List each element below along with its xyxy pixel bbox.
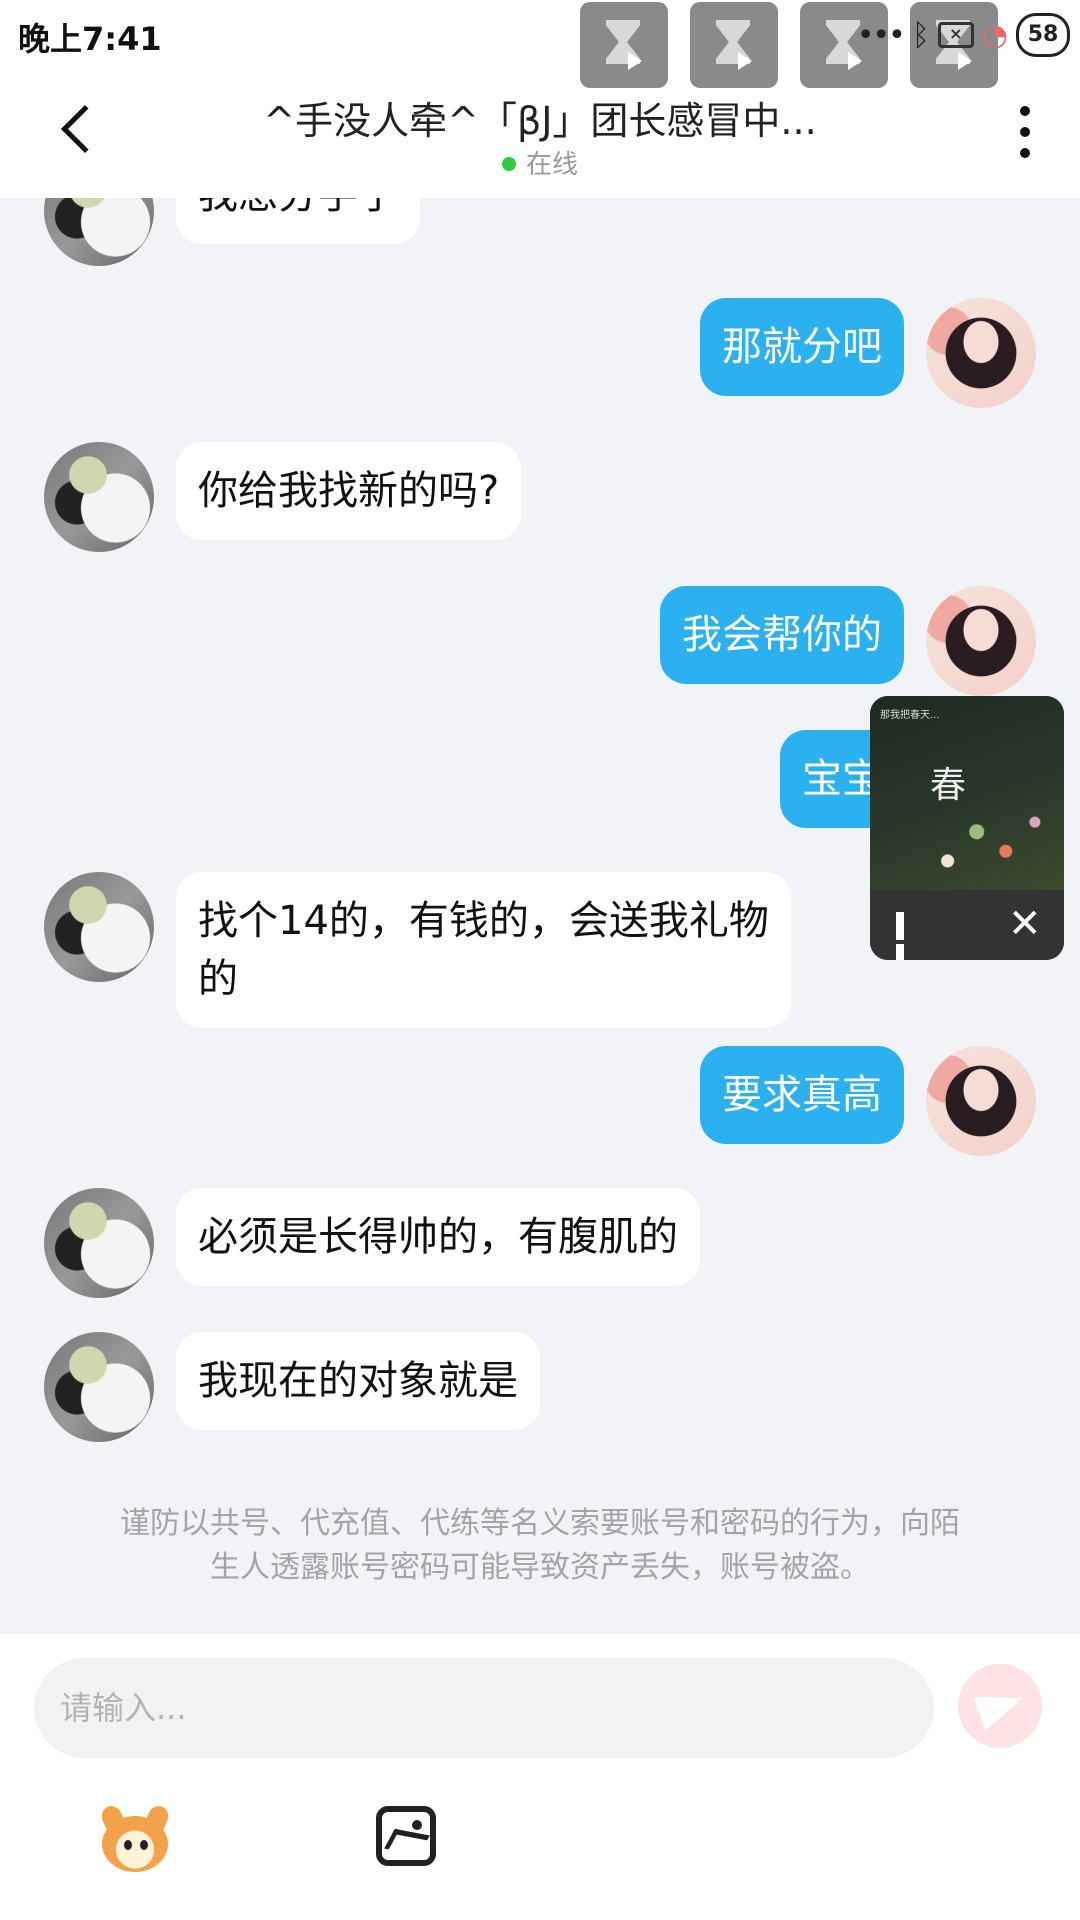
message-bubble-incoming: 必须是长得帅的，有腹肌的 — [176, 1188, 700, 1286]
pause-icon[interactable] — [896, 912, 922, 960]
contact-avatar[interactable] — [44, 442, 154, 552]
emoji-button[interactable] — [96, 1802, 174, 1876]
image-button[interactable] — [376, 1806, 436, 1866]
no-sim-icon: × — [937, 22, 974, 48]
warning-line: 谨防以共号、代充值、代练等名义索要账号和密码的行为，向陌 — [120, 1506, 960, 1541]
message-line: 找个14的，有钱的，会送我礼物 — [198, 898, 769, 944]
message-bubble-outgoing: 我会帮你的 — [660, 586, 904, 684]
message-composer — [0, 1634, 1080, 1920]
chat-title: ^手没人牵^「βJ」团长感冒中... — [263, 99, 817, 143]
more-options-icon[interactable] — [1020, 106, 1030, 158]
send-button[interactable] — [958, 1664, 1042, 1748]
message-line: 的 — [198, 956, 238, 1002]
header-mask: ^手没人牵^「βJ」团长感冒中... 在线 — [0, 72, 1080, 198]
wifi-icon: ◔ — [981, 17, 1008, 53]
sticker-icon — [102, 1816, 168, 1872]
message-bubble-incoming: 我现在的对象就是 — [176, 1332, 540, 1430]
contact-avatar[interactable] — [44, 1188, 154, 1298]
status-icons: ••• ᛒ × ◔ 58 — [857, 10, 1070, 60]
contact-avatar[interactable] — [44, 1332, 154, 1442]
floating-window-button-1[interactable] — [580, 2, 668, 88]
my-avatar[interactable] — [926, 586, 1036, 696]
online-dot-icon — [501, 157, 516, 171]
close-icon[interactable]: ✕ — [1008, 904, 1042, 944]
message-bubble-incoming: 找个14的，有钱的，会送我礼物 的 — [176, 872, 791, 1028]
online-status: 在线 — [0, 144, 1080, 181]
image-icon — [412, 1820, 422, 1830]
message-input[interactable] — [34, 1658, 934, 1758]
my-avatar[interactable] — [926, 298, 1036, 408]
send-icon — [973, 1681, 1029, 1731]
album-cover-caption: 那我把春天... — [880, 710, 940, 721]
floating-music-player[interactable]: 那我把春天... 春 ✕ — [870, 696, 1064, 960]
more-notifications-icon: ••• — [856, 17, 906, 53]
status-time: 晚上7:41 — [18, 20, 162, 58]
bluetooth-icon: ᛒ — [911, 17, 930, 53]
contact-avatar[interactable] — [44, 872, 154, 982]
message-bubble-outgoing: 要求真高 — [700, 1046, 904, 1144]
play-icon — [738, 52, 752, 70]
battery-badge: 58 — [1016, 13, 1070, 57]
album-cover[interactable]: 那我把春天... 春 — [870, 696, 1064, 890]
message-bubble-outgoing: 那就分吧 — [700, 298, 904, 396]
album-cover-title: 春 — [930, 765, 967, 806]
message-bubble-incoming: 你给我找新的吗? — [176, 442, 522, 540]
online-status-label: 在线 — [525, 150, 578, 180]
my-avatar[interactable] — [926, 1046, 1036, 1156]
music-controls: ✕ — [870, 890, 1064, 960]
status-bar-mask: 晚上7:41 ••• ᛒ × ◔ 58 — [0, 0, 1080, 88]
floating-window-button-2[interactable] — [690, 2, 778, 88]
play-icon — [628, 52, 642, 70]
warning-line: 生人透露账号密码可能导致资产丢失，账号被盗。 — [210, 1550, 870, 1585]
security-warning: 谨防以共号、代充值、代练等名义索要账号和密码的行为，向陌 生人透露账号密码可能导… — [80, 1502, 1000, 1590]
